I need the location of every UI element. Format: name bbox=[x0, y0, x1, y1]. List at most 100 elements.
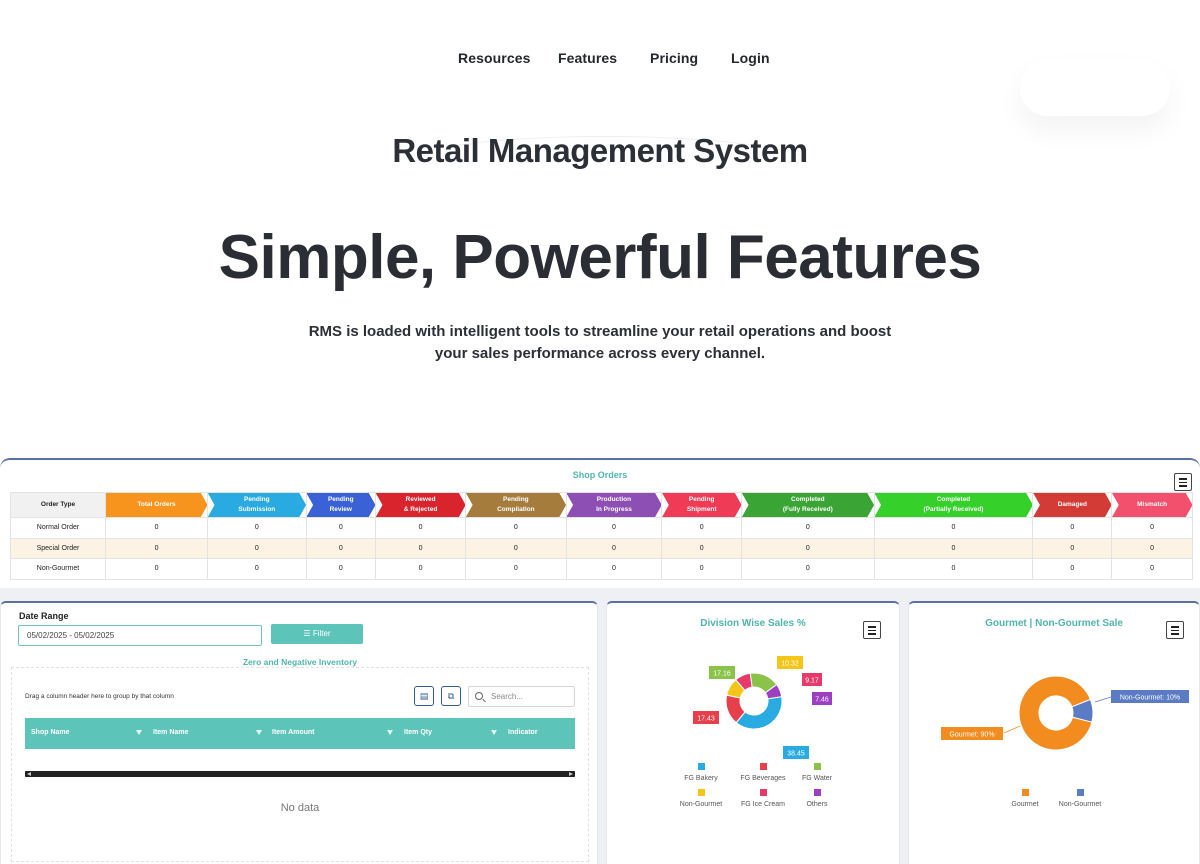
status-header: Pending Submission bbox=[208, 493, 307, 518]
nav-resources-link[interactable]: Resources bbox=[458, 50, 531, 66]
col-header-item-qty[interactable]: Item Qty bbox=[404, 729, 432, 736]
order-count-cell: 0 bbox=[741, 537, 875, 559]
legend-item[interactable]: FG Bakery bbox=[671, 763, 731, 782]
order-count-cell: 0 bbox=[374, 558, 467, 580]
legend-item[interactable]: Non-Gourmet bbox=[1050, 789, 1110, 808]
grid-search-placeholder: Search... bbox=[491, 692, 524, 701]
col-filter-icon[interactable] bbox=[387, 730, 393, 735]
data-label-text: 7.46 bbox=[815, 697, 829, 704]
legend-swatch bbox=[697, 789, 705, 796]
col-filter-icon[interactable] bbox=[491, 730, 497, 735]
order-count-cell: 0 bbox=[305, 537, 376, 559]
order-count-cell: 0 bbox=[207, 558, 307, 580]
col-filter-icon[interactable] bbox=[256, 730, 262, 735]
shop-orders-menu-icon[interactable] bbox=[1174, 473, 1192, 491]
order-count-cell: 0 bbox=[104, 517, 209, 539]
data-label-text: 17.16 bbox=[713, 671, 731, 678]
col-header-shop-name[interactable]: Shop Name bbox=[31, 729, 70, 736]
order-count-cell: 0 bbox=[741, 517, 875, 539]
status-header-line: Shipment bbox=[686, 506, 717, 513]
status-header-line: In Progress bbox=[596, 506, 632, 513]
order-count-cell: 0 bbox=[565, 537, 663, 559]
order-count-cell: 0 bbox=[1032, 537, 1113, 559]
division-chart-menu-icon[interactable] bbox=[863, 621, 881, 639]
order-count-cell: 0 bbox=[104, 537, 209, 559]
grid-search-input[interactable]: Search... bbox=[468, 686, 575, 707]
gourmet-sale-panel: Gourmet | Non-Gourmet Sale Gourmet: 90% N… bbox=[908, 601, 1200, 864]
data-label-text: 17.43 bbox=[697, 716, 715, 723]
status-header-line: Pending bbox=[327, 496, 354, 503]
legend-swatch bbox=[697, 763, 705, 770]
order-count-cell: 0 bbox=[873, 517, 1034, 539]
export-pdf-icon[interactable]: ▤ bbox=[414, 686, 434, 706]
gourmet-donut-chart: Gourmet: 90% Non-Gourmet: 10% bbox=[941, 675, 1189, 751]
legend-label: Others bbox=[806, 801, 828, 808]
table-row: Special Order 0 0 0 0 0 0 0 0 0 0 0 bbox=[10, 537, 1193, 559]
status-header-line: Submission bbox=[238, 506, 276, 513]
status-header: Pending Shipment bbox=[662, 493, 742, 518]
legend-item[interactable]: FG Beverages bbox=[733, 763, 793, 782]
nav-pricing-link[interactable]: Pricing bbox=[650, 50, 698, 66]
status-header-line: Pending bbox=[243, 496, 270, 503]
order-count-cell: 0 bbox=[661, 517, 743, 539]
hero-subtitle-line-1: RMS is loaded with intelligent tools to … bbox=[308, 323, 892, 340]
legend-swatch bbox=[1076, 789, 1084, 796]
data-label: 9.17 bbox=[802, 673, 822, 686]
order-count-cell: 0 bbox=[104, 558, 209, 580]
legend-swatch bbox=[813, 763, 821, 770]
group-drag-hint: Drag a column header here to group by th… bbox=[25, 693, 174, 700]
data-label: 17.16 bbox=[709, 666, 735, 679]
order-count-cell: 0 bbox=[1111, 517, 1193, 539]
order-count-cell: 0 bbox=[873, 537, 1034, 559]
status-header-line: Reviewed bbox=[405, 496, 436, 503]
search-icon bbox=[475, 692, 483, 700]
order-count-cell: 0 bbox=[465, 517, 567, 539]
order-count-cell: 0 bbox=[305, 517, 376, 539]
col-filter-icon[interactable] bbox=[136, 730, 142, 735]
status-header: Total Orders bbox=[106, 493, 208, 518]
status-header-line: Completed bbox=[936, 496, 971, 503]
hero-title: Simple, Powerful Features bbox=[218, 223, 982, 292]
data-label: 10.32 bbox=[777, 656, 803, 669]
legend-item[interactable]: FG Ice Cream bbox=[733, 789, 793, 808]
status-header-line: Compilation bbox=[497, 506, 535, 513]
legend-label: Non-Gourmet bbox=[1058, 801, 1102, 808]
status-header: Mismatch bbox=[1112, 493, 1193, 518]
status-header-line: Completed bbox=[791, 496, 825, 503]
shop-orders-panel: Shop Orders Order Type Total Orders Pendi… bbox=[0, 458, 1200, 588]
nav-features-link[interactable]: Features bbox=[558, 50, 617, 66]
horizontal-scrollbar[interactable] bbox=[25, 771, 575, 777]
date-range-label: Date Range bbox=[19, 611, 69, 621]
legend-item[interactable]: Non-Gourmet bbox=[671, 789, 731, 808]
legend-item[interactable]: FG Water bbox=[787, 763, 847, 782]
date-range-input[interactable]: 05/02/2025 - 05/02/2025 bbox=[18, 625, 262, 646]
gourmet-chart-menu-icon[interactable] bbox=[1166, 621, 1184, 639]
hero-subtitle: RMS is loaded with intelligent tools to … bbox=[300, 321, 900, 365]
status-header-line: Review bbox=[329, 506, 352, 513]
legend-item[interactable]: Gourmet bbox=[995, 789, 1055, 808]
filter-button[interactable]: ☰ Filter bbox=[271, 624, 363, 644]
legend-label: FG Ice Cream bbox=[741, 801, 785, 808]
order-count-cell: 0 bbox=[207, 517, 307, 539]
data-label: 38.45 bbox=[783, 746, 809, 759]
order-count-cell: 0 bbox=[374, 537, 467, 559]
status-header-line: Damaged bbox=[1057, 501, 1087, 508]
table-row: Normal Order 0 0 0 0 0 0 0 0 0 0 0 bbox=[10, 517, 1193, 539]
col-header-indicator[interactable]: Indicator bbox=[508, 729, 538, 736]
order-type-cell: Non-Gourmet bbox=[10, 558, 106, 580]
order-count-cell: 0 bbox=[1111, 558, 1193, 580]
export-excel-icon[interactable]: ⧉ bbox=[441, 686, 461, 706]
inventory-panel: Date Range 05/02/2025 - 05/02/2025 ☰ Fil… bbox=[0, 601, 598, 864]
legend-swatch bbox=[813, 789, 821, 796]
shop-orders-table: Order Type Total Orders Pending Submission… bbox=[10, 492, 1193, 580]
col-header-item-name[interactable]: Item Name bbox=[153, 729, 188, 736]
legend-label: FG Beverages bbox=[740, 775, 786, 782]
legend-swatch bbox=[759, 789, 767, 796]
nav-login-link[interactable]: Login bbox=[731, 50, 770, 66]
status-header-line: Total Orders bbox=[137, 501, 176, 508]
legend-item[interactable]: Others bbox=[787, 789, 847, 808]
table-row: Non-Gourmet 0 0 0 0 0 0 0 0 0 0 0 bbox=[10, 558, 1193, 580]
data-label-connector bbox=[1094, 696, 1112, 703]
status-header-line: (Fully Received) bbox=[782, 506, 833, 513]
col-header-item-amount[interactable]: Item Amount bbox=[272, 729, 315, 736]
